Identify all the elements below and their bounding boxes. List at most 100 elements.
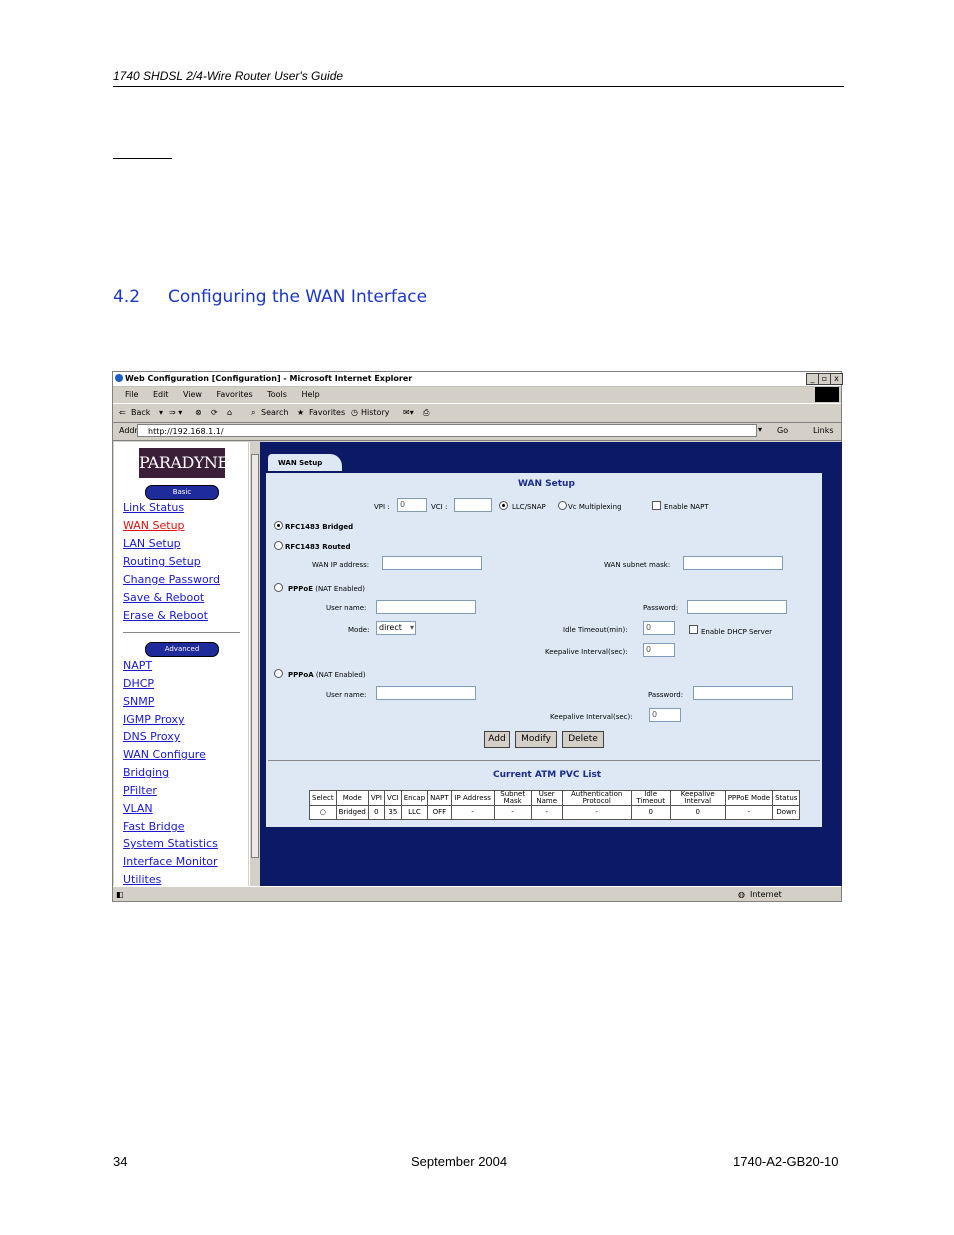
back-button[interactable]: Back [131,408,150,417]
pppoa-radio[interactable] [274,669,283,678]
pppoa-password-input[interactable] [693,686,793,700]
llc-snap-radio[interactable] [499,501,508,510]
scrollbar-thumb[interactable] [251,454,259,858]
stop-icon[interactable]: ⊗ [195,408,202,417]
search-icon[interactable]: ⌕ [251,408,255,418]
add-button[interactable]: Add [484,731,510,748]
chevron-down-icon[interactable]: ▾ [410,622,414,634]
wan-ip-input[interactable] [382,556,482,570]
nav-napt[interactable]: NAPT [123,659,152,672]
wan-setup-panel: WAN Setup VPI : 0 VCI : LLC/SNAP Vc Mult… [266,473,822,827]
tab-wan-setup[interactable]: WAN Setup [268,454,342,471]
idle-timeout-label: Idle Timeout(min): [563,626,628,634]
row-select-radio[interactable]: ○ [309,805,337,820]
nav-routing-setup[interactable]: Routing Setup [123,555,201,568]
nav-wan-configure[interactable]: WAN Configure [123,748,206,761]
rfc-routed-radio[interactable] [274,541,283,550]
section-heading: 4.2 Configuring the WAN Interface [113,287,427,307]
search-button[interactable]: Search [261,408,288,417]
menu-file[interactable]: File [125,387,138,402]
history-icon[interactable]: ◷ [351,408,358,417]
nav-save-reboot[interactable]: Save & Reboot [123,591,204,604]
pppoa-keepalive-input[interactable]: 0 [649,708,681,722]
main-content: WAN Setup WAN Setup VPI : 0 VCI : LLC/SN… [260,442,842,886]
menu-edit[interactable]: Edit [153,387,169,402]
close-button[interactable]: x [830,373,843,385]
mode-select[interactable]: direct ▾ [376,621,416,635]
footer-page-number: 34 [113,1154,128,1169]
document-header: 1740 SHDSL 2/4-Wire Router User's Guide [113,69,344,83]
nav-link-status[interactable]: Link Status [123,501,184,514]
pppoa-user-input[interactable] [376,686,476,700]
forward-icon[interactable]: ⇒ ▾ [169,408,182,417]
vci-input[interactable] [454,498,492,512]
keepalive-input[interactable]: 0 [643,643,675,657]
enable-napt-checkbox[interactable] [652,501,661,510]
nav-lan-setup[interactable]: LAN Setup [123,537,181,550]
nav-bridging[interactable]: Bridging [123,766,169,779]
sidebar-divider [123,632,240,633]
nav-snmp[interactable]: SNMP [123,695,154,708]
cell-keepalive: 0 [669,805,726,820]
wan-ip-label: WAN IP address: [312,561,370,569]
nav-pfilter[interactable]: PFilter [123,784,157,797]
menu-tools[interactable]: Tools [267,387,287,402]
mail-icon[interactable]: ✉▾ [403,408,414,417]
nav-fast-bridge[interactable]: Fast Bridge [123,820,184,833]
idle-timeout-input[interactable]: 0 [643,621,675,635]
address-input[interactable]: http://192.168.1.1/ [137,424,757,437]
pppoa-keepalive-label: Keepalive Interval(sec): [550,713,633,721]
nav-wan-setup[interactable]: WAN Setup [123,519,185,532]
nav-vlan[interactable]: VLAN [123,802,153,815]
nav-dhcp[interactable]: DHCP [123,677,154,690]
pppoe-user-input[interactable] [376,600,476,614]
nav-igmp-proxy[interactable]: IGMP Proxy [123,713,185,726]
print-icon[interactable]: ⎙ [423,408,429,418]
footer-doc-number: 1740-A2-GB20-10 [733,1154,839,1169]
back-arrow-icon[interactable]: ⇐ [119,408,126,417]
vci-label: VCI : [431,503,448,511]
menu-favorites[interactable]: Favorites [217,387,253,402]
rfc-bridged-radio[interactable] [274,521,283,530]
pppoe-password-input[interactable] [687,600,787,614]
nav-utilites[interactable]: Utilites [123,873,161,886]
footer-date: September 2004 [411,1154,508,1169]
nav-erase-reboot[interactable]: Erase & Reboot [123,609,208,622]
cell-idle-timeout: 0 [630,805,671,820]
col-vci: VCI [383,790,402,806]
favorites-button[interactable]: Favorites [309,408,345,417]
home-icon[interactable]: ⌂ [227,408,232,417]
vc-mux-radio[interactable] [558,501,567,510]
pppoa-user-label: User name: [326,691,367,699]
menu-help[interactable]: Help [301,387,319,402]
enable-dhcp-label: Enable DHCP Server [701,628,773,636]
nav-change-password[interactable]: Change Password [123,573,220,586]
dropdown-icon[interactable]: ▾ [159,408,163,417]
cell-vci: 35 [383,805,402,820]
go-button[interactable]: Go [777,426,788,435]
favorites-icon[interactable]: ★ [297,408,304,417]
pppoe-user-label: User name: [326,604,367,612]
nav-system-statistics[interactable]: System Statistics [123,837,218,850]
globe-icon: ◍ [738,890,745,899]
wan-mask-input[interactable] [683,556,783,570]
windows-logo-icon [815,387,839,402]
menu-view[interactable]: View [183,387,202,402]
panel-divider [268,760,820,761]
vpi-input[interactable]: 0 [397,498,427,512]
delete-button[interactable]: Delete [562,731,604,748]
links-button[interactable]: Links [813,426,834,435]
basic-section-label: Basic [145,485,219,500]
pppoe-radio[interactable] [274,583,283,592]
pppoe-note: (NAT Enabled) [315,585,365,593]
nav-dns-proxy[interactable]: DNS Proxy [123,730,180,743]
address-dropdown-icon[interactable]: ▾ [758,425,762,434]
wan-mask-label: WAN subnet mask: [604,561,671,569]
history-button[interactable]: History [361,408,389,417]
nav-interface-monitor[interactable]: Interface Monitor [123,855,218,868]
modify-button[interactable]: Modify [515,731,557,748]
table-row: ○ Bridged 0 35 LLC OFF - - - - 0 0 - Dow… [309,805,801,820]
enable-dhcp-checkbox[interactable] [689,625,698,634]
llc-snap-label: LLC/SNAP [512,503,546,511]
refresh-icon[interactable]: ⟳ [211,408,218,417]
